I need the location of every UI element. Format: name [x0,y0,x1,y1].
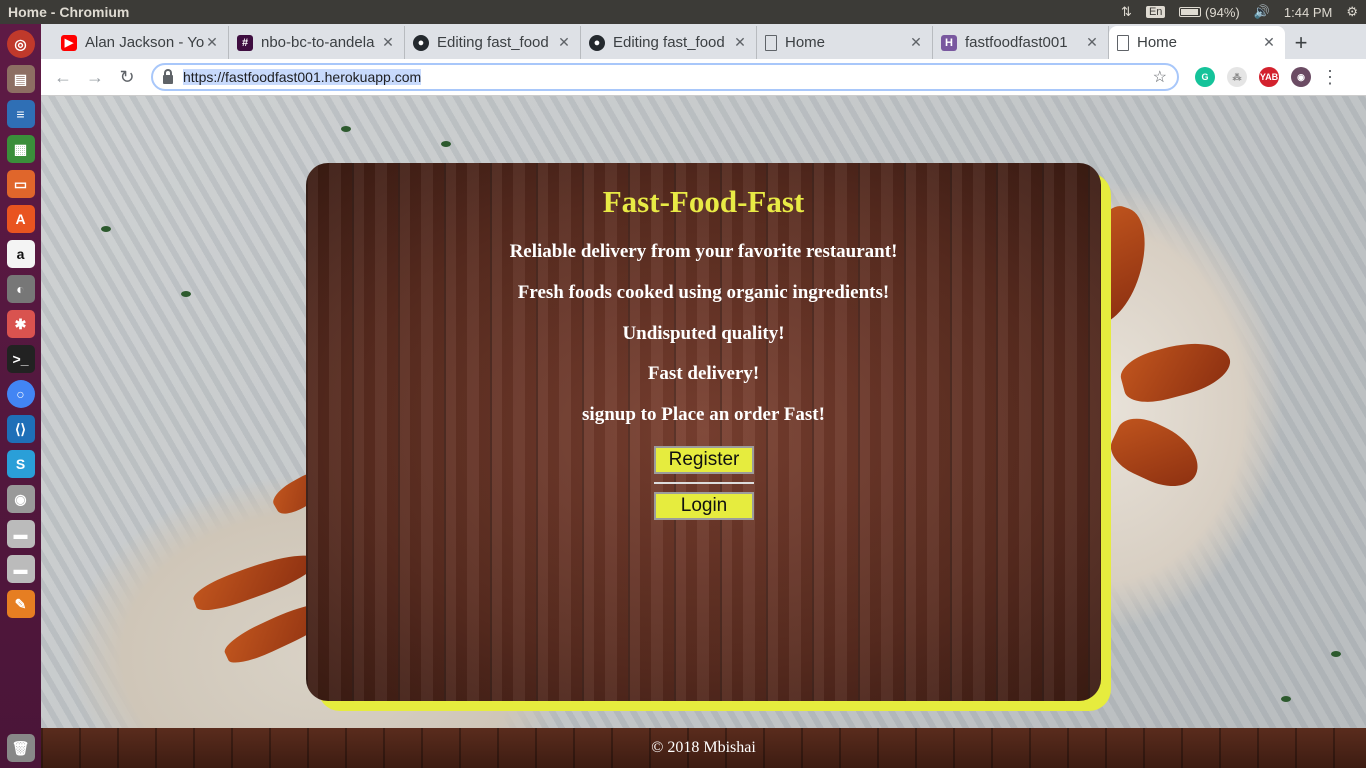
herb-decoration [1331,651,1341,657]
files-icon[interactable]: ▤ [6,65,35,93]
url-text[interactable]: https://fastfoodfast001.herokuapp.com [183,69,1153,85]
close-icon[interactable]: ✕ [732,34,748,51]
bookmark-star-icon[interactable]: ☆ [1153,67,1167,87]
close-icon[interactable]: ✕ [908,34,924,51]
tools-icon[interactable]: ✱ [6,310,35,338]
tagline: Fast delivery! [647,363,760,384]
herb-decoration [341,126,351,132]
volume-icon[interactable]: 🔊 [1254,4,1270,20]
impress-icon[interactable]: ▭ [6,170,35,198]
browser-toolbar: ← → ↻ https://fastfoodfast001.herokuapp.… [41,59,1366,96]
divider [654,482,754,484]
drive-icon[interactable]: ▬ [6,520,35,548]
extension-icon[interactable]: ⁂ [1227,67,1247,87]
keyboard-layout-indicator[interactable]: En [1145,6,1166,18]
herb-decoration [441,141,451,147]
tab[interactable]: ● Editing fast_food ✕ [581,26,757,59]
tab-label: Home [785,34,826,51]
avatar[interactable]: ◉ [1291,67,1311,87]
page-icon [765,34,777,51]
slack-icon[interactable]: S [6,450,35,478]
terminal-icon[interactable]: >_ [6,345,35,373]
food-decoration [1116,332,1236,410]
battery-icon [1179,6,1202,17]
github-icon: ● [589,34,605,51]
tagline: Undisputed quality! [622,323,785,344]
food-decoration [1103,409,1209,498]
login-button[interactable]: Login [654,492,754,520]
system-top-bar: Home - Chromium ⇅ En (94%) 🔊 1:44 PM ⚙ [0,0,1366,24]
page-viewport: Fast-Food-Fast Reliable delivery from yo… [41,96,1366,768]
footer: © 2018 Mbishai [41,728,1366,768]
new-tab-button[interactable]: + [1285,26,1317,59]
slack-hash-icon: # [237,34,253,51]
lock-icon[interactable] [163,68,173,84]
tab[interactable]: Home ✕ [757,26,933,59]
tab-label: Home [1137,34,1178,51]
battery-percent: (94%) [1205,4,1240,20]
close-icon[interactable]: ✕ [1084,34,1100,51]
window-title: Home - Chromium [8,4,130,20]
close-icon[interactable]: ✕ [380,34,396,51]
tab-label: Editing fast_food [437,34,549,51]
herb-decoration [1281,696,1291,702]
tab-label: fastfoodfast001 [965,34,1068,51]
yab-extension-icon[interactable]: YAB [1259,67,1279,87]
chromium-icon[interactable]: ○ [6,380,35,408]
calc-icon[interactable]: ▦ [6,135,35,163]
system-settings-icon[interactable]: ◐ [6,275,35,303]
tab-label: nbo-bc-to-andela [261,34,375,51]
site-title: Fast-Food-Fast [602,184,805,219]
clock[interactable]: 1:44 PM [1284,5,1332,20]
tagline: Fresh foods cooked using organic ingredi… [517,282,890,303]
tab-strip: ▶ Alan Jackson - Yo ✕ # nbo-bc-to-andela… [41,24,1366,59]
system-tray: ⇅ En (94%) 🔊 1:44 PM ⚙ [1121,4,1366,20]
network-icon[interactable]: ⇅ [1121,4,1132,20]
tagline: Reliable delivery from your favorite res… [509,241,898,262]
forward-arrow-icon[interactable]: → [79,67,111,88]
tab[interactable]: H fastfoodfast001 ✕ [933,26,1109,59]
battery-indicator[interactable]: (94%) [1179,4,1240,20]
trash-icon[interactable]: 🗑 [6,734,35,762]
tab-label: Editing fast_food [613,34,725,51]
editor-icon[interactable]: ✎ [6,590,35,618]
github-icon: ● [413,34,429,51]
writer-icon[interactable]: ≡ [6,100,35,128]
software-center-icon[interactable]: A [6,205,35,233]
copyright-text: © 2018 Mbishai [651,739,756,756]
grammarly-icon[interactable]: G [1195,67,1215,87]
page-icon [1117,34,1129,51]
herb-decoration [181,291,191,297]
herb-decoration [101,226,111,232]
launcher: ◎ ▤ ≡ ▦ ▭ A a ◐ ✱ >_ ○ ⟨⟩ S ◉ ▬ ▬ ✎ 🗑 [0,24,41,768]
tab[interactable]: # nbo-bc-to-andela ✕ [229,26,405,59]
youtube-icon: ▶ [61,34,77,51]
back-arrow-icon[interactable]: ← [47,67,79,88]
close-icon[interactable]: ✕ [1261,34,1277,51]
address-bar[interactable]: https://fastfoodfast001.herokuapp.com ☆ [151,63,1179,91]
drive-icon-2[interactable]: ▬ [6,555,35,583]
tab[interactable]: ● Editing fast_food ✕ [405,26,581,59]
extensions: G ⁂ YAB ◉ [1195,67,1311,87]
tab-active[interactable]: Home ✕ [1109,26,1285,59]
menu-dots-icon[interactable]: ⋮ [1321,67,1339,88]
screenshot-icon[interactable]: ◉ [6,485,35,513]
tagline: signup to Place an order Fast! [582,404,825,425]
register-button[interactable]: Register [654,446,754,474]
reload-icon[interactable]: ↻ [111,67,143,88]
amazon-icon[interactable]: a [6,240,35,268]
tab[interactable]: ▶ Alan Jackson - Yo ✕ [53,26,229,59]
hero-card: Fast-Food-Fast Reliable delivery from yo… [306,163,1101,701]
close-icon[interactable]: ✕ [556,34,572,51]
vscode-icon[interactable]: ⟨⟩ [6,415,35,443]
heroku-icon: H [941,34,957,51]
close-icon[interactable]: ✕ [204,34,220,51]
settings-gear-icon[interactable]: ⚙ [1346,4,1358,20]
ubuntu-dash-icon[interactable]: ◎ [6,30,35,58]
tab-label: Alan Jackson - Yo [85,34,204,51]
